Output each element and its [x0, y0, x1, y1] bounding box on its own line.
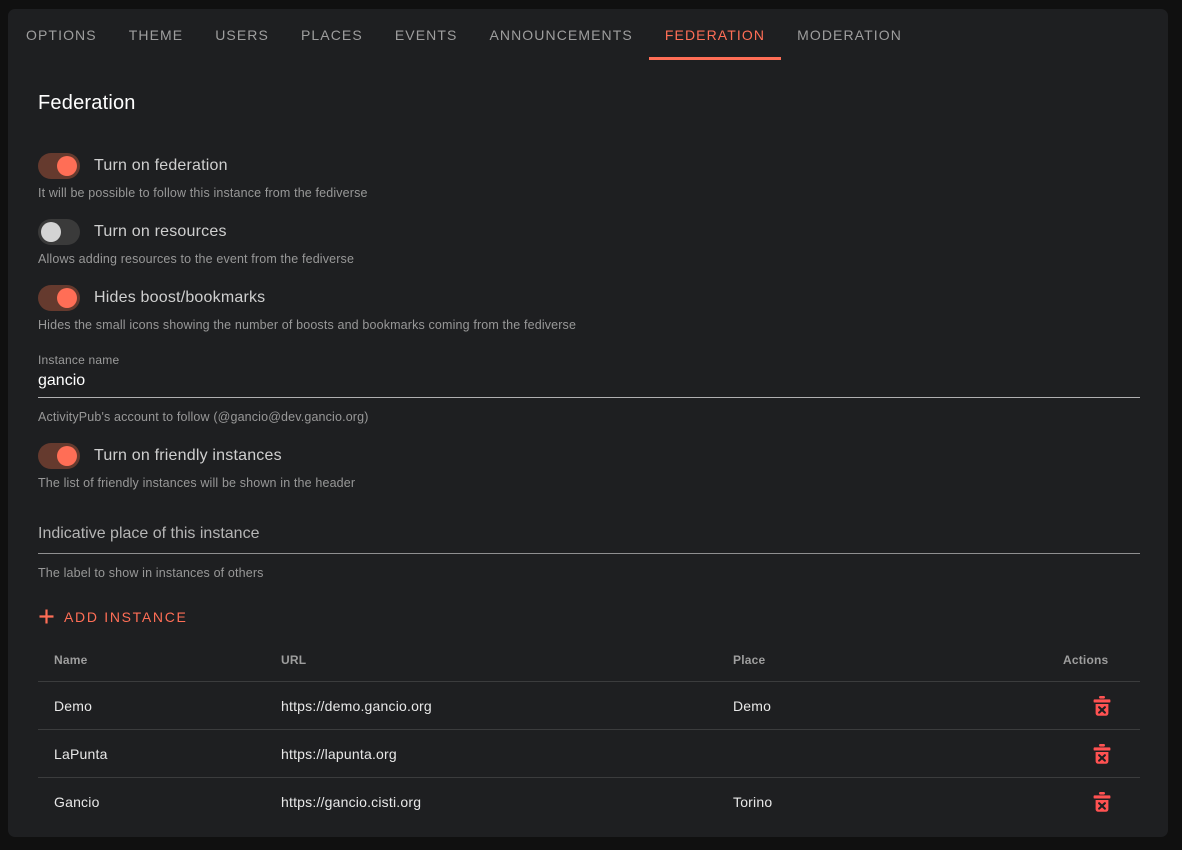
federation-toggle[interactable] [38, 153, 80, 179]
resources-toggle-label: Turn on resources [94, 223, 227, 241]
hide-boost-toggle[interactable] [38, 285, 80, 311]
instance-name-cell: Gancio [38, 778, 265, 826]
resources-toggle-row: Turn on resources [38, 219, 1140, 245]
add-instance-button-label: ADD INSTANCE [64, 609, 188, 625]
trash-delete-icon [1093, 752, 1111, 767]
trash-delete-icon [1093, 704, 1111, 719]
instance-name-field: Instance name ActivityPub's account to f… [38, 353, 1140, 424]
hide-boost-toggle-row: Hides boost/bookmarks [38, 285, 1140, 311]
tab-theme[interactable]: THEME [113, 9, 200, 60]
toggle-knob [41, 222, 61, 242]
tab-label: FEDERATION [665, 27, 765, 43]
admin-panel-card: OPTIONS THEME USERS PLACES EVENTS ANNOUN… [8, 9, 1168, 837]
page-title: Federation [38, 92, 1140, 115]
resources-toggle-hint: Allows adding resources to the event fro… [38, 252, 1140, 266]
friendly-instances-toggle-label: Turn on friendly instances [94, 447, 282, 465]
instance-place-cell [717, 730, 1063, 778]
friendly-instances-table: Name URL Place Actions Demo https://demo… [38, 640, 1140, 826]
federation-toggle-row: Turn on federation [38, 153, 1140, 179]
instance-place-cell: Demo [717, 682, 1063, 730]
instance-name-cell: Demo [38, 682, 265, 730]
table-row: Demo https://demo.gancio.org Demo [38, 682, 1140, 730]
table-row: LaPunta https://lapunta.org [38, 730, 1140, 778]
add-instance-button[interactable]: ADD INSTANCE [38, 604, 196, 629]
tab-announcements[interactable]: ANNOUNCEMENTS [473, 9, 648, 60]
instance-name-hint: ActivityPub's account to follow (@gancio… [38, 410, 1140, 424]
column-header-name: Name [38, 640, 265, 682]
tab-moderation[interactable]: MODERATION [781, 9, 918, 60]
admin-tab-bar: OPTIONS THEME USERS PLACES EVENTS ANNOUN… [8, 9, 1168, 60]
instance-url-cell: https://lapunta.org [265, 730, 717, 778]
resources-toggle[interactable] [38, 219, 80, 245]
instance-place-hint: The label to show in instances of others [38, 566, 1140, 580]
tab-label: EVENTS [395, 27, 458, 43]
trash-delete-icon [1093, 800, 1111, 815]
tab-events[interactable]: EVENTS [379, 9, 474, 60]
tab-places[interactable]: PLACES [285, 9, 379, 60]
hide-boost-toggle-label: Hides boost/bookmarks [94, 289, 265, 307]
hide-boost-toggle-hint: Hides the small icons showing the number… [38, 318, 1140, 332]
instance-name-label: Instance name [38, 353, 1140, 367]
table-header-row: Name URL Place Actions [38, 640, 1140, 682]
tab-label: ANNOUNCEMENTS [489, 27, 632, 43]
tab-label: THEME [129, 27, 184, 43]
instance-place-cell: Torino [717, 778, 1063, 826]
delete-instance-button[interactable] [1089, 740, 1115, 768]
federation-toggle-label: Turn on federation [94, 157, 228, 175]
instance-url-cell: https://gancio.cisti.org [265, 778, 717, 826]
instance-place-field: The label to show in instances of others [38, 525, 1140, 580]
toggle-knob [57, 288, 77, 308]
friendly-instances-toggle-row: Turn on friendly instances [38, 443, 1140, 469]
instance-url-cell: https://demo.gancio.org [265, 682, 717, 730]
delete-instance-button[interactable] [1089, 692, 1115, 720]
tab-federation[interactable]: FEDERATION [649, 9, 781, 60]
tab-label: OPTIONS [26, 27, 97, 43]
column-header-actions: Actions [1063, 640, 1140, 682]
column-header-place: Place [717, 640, 1063, 682]
tab-options[interactable]: OPTIONS [10, 9, 113, 60]
toggle-knob [57, 156, 77, 176]
instance-name-cell: LaPunta [38, 730, 265, 778]
instance-name-input[interactable] [38, 369, 1140, 398]
federation-toggle-hint: It will be possible to follow this insta… [38, 186, 1140, 200]
column-header-url: URL [265, 640, 717, 682]
friendly-instances-toggle[interactable] [38, 443, 80, 469]
federation-settings-panel: Federation Turn on federation It will be… [8, 92, 1168, 826]
tab-users[interactable]: USERS [199, 9, 285, 60]
delete-instance-button[interactable] [1089, 788, 1115, 816]
tab-label: MODERATION [797, 27, 902, 43]
plus-icon [38, 608, 55, 625]
tab-label: PLACES [301, 27, 363, 43]
tab-label: USERS [215, 27, 269, 43]
friendly-instances-toggle-hint: The list of friendly instances will be s… [38, 476, 1140, 490]
instance-place-input[interactable] [38, 525, 1140, 554]
table-row: Gancio https://gancio.cisti.org Torino [38, 778, 1140, 826]
toggle-knob [57, 446, 77, 466]
